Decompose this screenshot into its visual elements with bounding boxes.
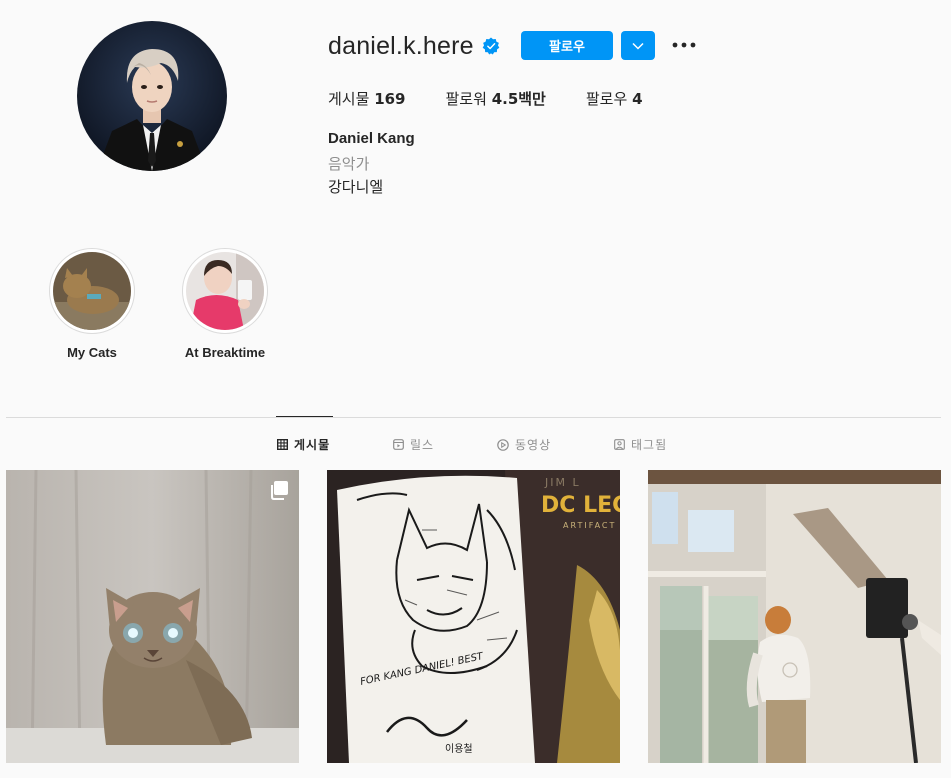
following-stat-link[interactable]: 팔로우 4 [586,88,643,109]
reels-icon [393,439,404,450]
tab-tagged[interactable]: 태그됨 [614,436,667,453]
followers-stat-label: 팔로워 [445,90,487,108]
followers-stat-value: 4.5백만 [491,90,546,108]
post-thumbnail[interactable]: JIM L DC LEG ARTIFACT FOR KANG DANIEL! B… [327,470,620,763]
username: daniel.k.here [328,31,474,60]
chevron-down-icon [632,42,644,50]
verified-badge-icon [482,37,500,55]
profile-bio: 강다니엘 [328,178,384,196]
highlight-label: My Cats [67,345,117,360]
photographer-photo [648,470,941,763]
svg-text:ARTIFACT: ARTIFACT [563,521,616,530]
svg-text:이용철: 이용철 [445,743,473,755]
profile-category: 음악가 [328,155,370,173]
breaktime-highlight-image [186,252,264,330]
following-stat-value: 4 [632,90,643,108]
tab-label: 태그됨 [631,438,668,452]
tab-label: 게시물 [294,438,331,452]
post-thumbnail[interactable] [648,470,941,763]
followers-stat-link[interactable]: 팔로워 4.5백만 [446,88,546,109]
posts-stat-label: 게시물 [328,90,370,108]
highlight-at-breaktime[interactable]: At Breaktime [182,248,268,360]
cat-photo [6,470,299,763]
tagged-user-icon [614,439,625,450]
tab-videos[interactable]: 동영상 [497,436,551,453]
follow-button[interactable]: 팔로우 [521,31,613,60]
posts-count-stat: 게시물 169 [328,88,406,109]
svg-text:DC LEG: DC LEG [541,493,620,518]
grid-icon [277,439,288,450]
active-tab-indicator [276,416,333,417]
post-thumbnail[interactable] [6,470,299,763]
cat-highlight-image [53,252,131,330]
svg-text:JIM L: JIM L [544,476,581,489]
suggested-accounts-button[interactable] [621,31,655,60]
multiple-images-icon [271,481,288,500]
play-circle-icon [497,438,509,451]
highlight-my-cats[interactable]: My Cats [49,248,135,360]
batman-sketch-photo: JIM L DC LEG ARTIFACT FOR KANG DANIEL! B… [327,470,620,763]
avatar-image [77,21,227,171]
tabs-divider [6,417,941,418]
highlight-ring [182,248,268,334]
username-row: daniel.k.here [328,30,500,62]
profile-avatar[interactable] [77,21,227,171]
profile-stats: 게시물 169 팔로워 4.5백만 팔로우 4 [328,88,683,109]
following-stat-label: 팔로우 [585,90,628,108]
highlight-label: At Breaktime [184,345,266,360]
tab-label: 릴스 [410,438,435,452]
tab-label: 동영상 [515,438,552,452]
tab-reels[interactable]: 릴스 [393,436,434,453]
more-dots-icon [672,42,696,48]
full-name: Daniel Kang [328,130,415,147]
posts-stat-value: 169 [374,90,406,108]
more-options-button[interactable] [670,31,698,59]
tab-posts[interactable]: 게시물 [277,436,330,453]
highlight-ring [49,248,135,334]
